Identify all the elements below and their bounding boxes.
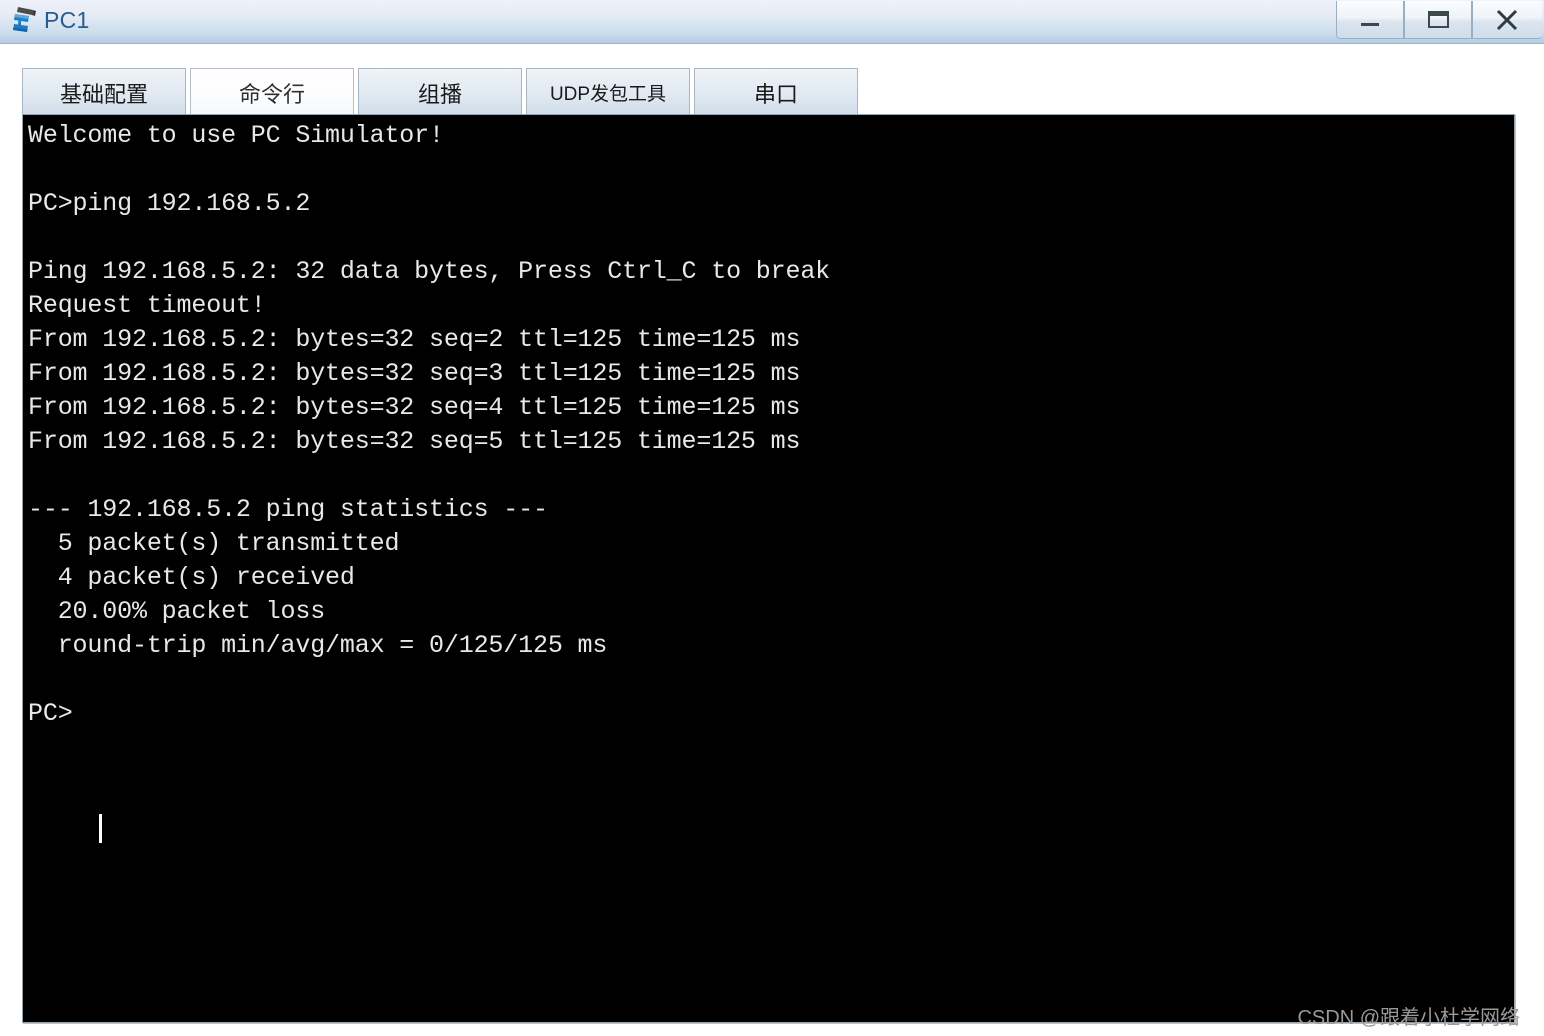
terminal-output-text: Welcome to use PC Simulator! PC>ping 192… (28, 121, 831, 728)
tab-basic-config[interactable]: 基础配置 (22, 68, 186, 116)
tab-basic-config-label: 基础配置 (59, 81, 148, 107)
terminal-cursor (99, 814, 102, 843)
maximize-button[interactable] (1404, 1, 1472, 39)
title-bar: PC1 (0, 0, 1544, 44)
tab-udp-packet-tool[interactable]: UDP发包工具 (526, 68, 690, 116)
minimize-icon (1361, 23, 1379, 26)
minimize-button[interactable] (1336, 1, 1404, 39)
pc1-window: PC1 基础配置 命令行 组播 UDP发包工具 串口 Welcome to us… (0, 0, 1544, 1036)
tab-serial-port[interactable]: 串口 (694, 68, 858, 116)
tab-serial-port-label: 串口 (753, 81, 798, 107)
tab-strip: 基础配置 命令行 组播 UDP发包工具 串口 (0, 44, 1544, 116)
terminal-console[interactable]: Welcome to use PC Simulator! PC>ping 192… (22, 114, 1515, 1023)
tab-command-line-label: 命令行 (238, 81, 305, 107)
close-icon (1496, 9, 1517, 31)
close-button[interactable] (1472, 1, 1542, 39)
tab-multicast-label: 组播 (417, 81, 462, 107)
pc-device-icon (9, 4, 41, 38)
maximize-icon (1428, 11, 1449, 28)
tab-multicast[interactable]: 组播 (358, 68, 522, 116)
tab-udp-packet-tool-label: UDP发包工具 (549, 84, 667, 105)
tab-command-line[interactable]: 命令行 (190, 68, 354, 116)
window-title: PC1 (44, 7, 90, 33)
